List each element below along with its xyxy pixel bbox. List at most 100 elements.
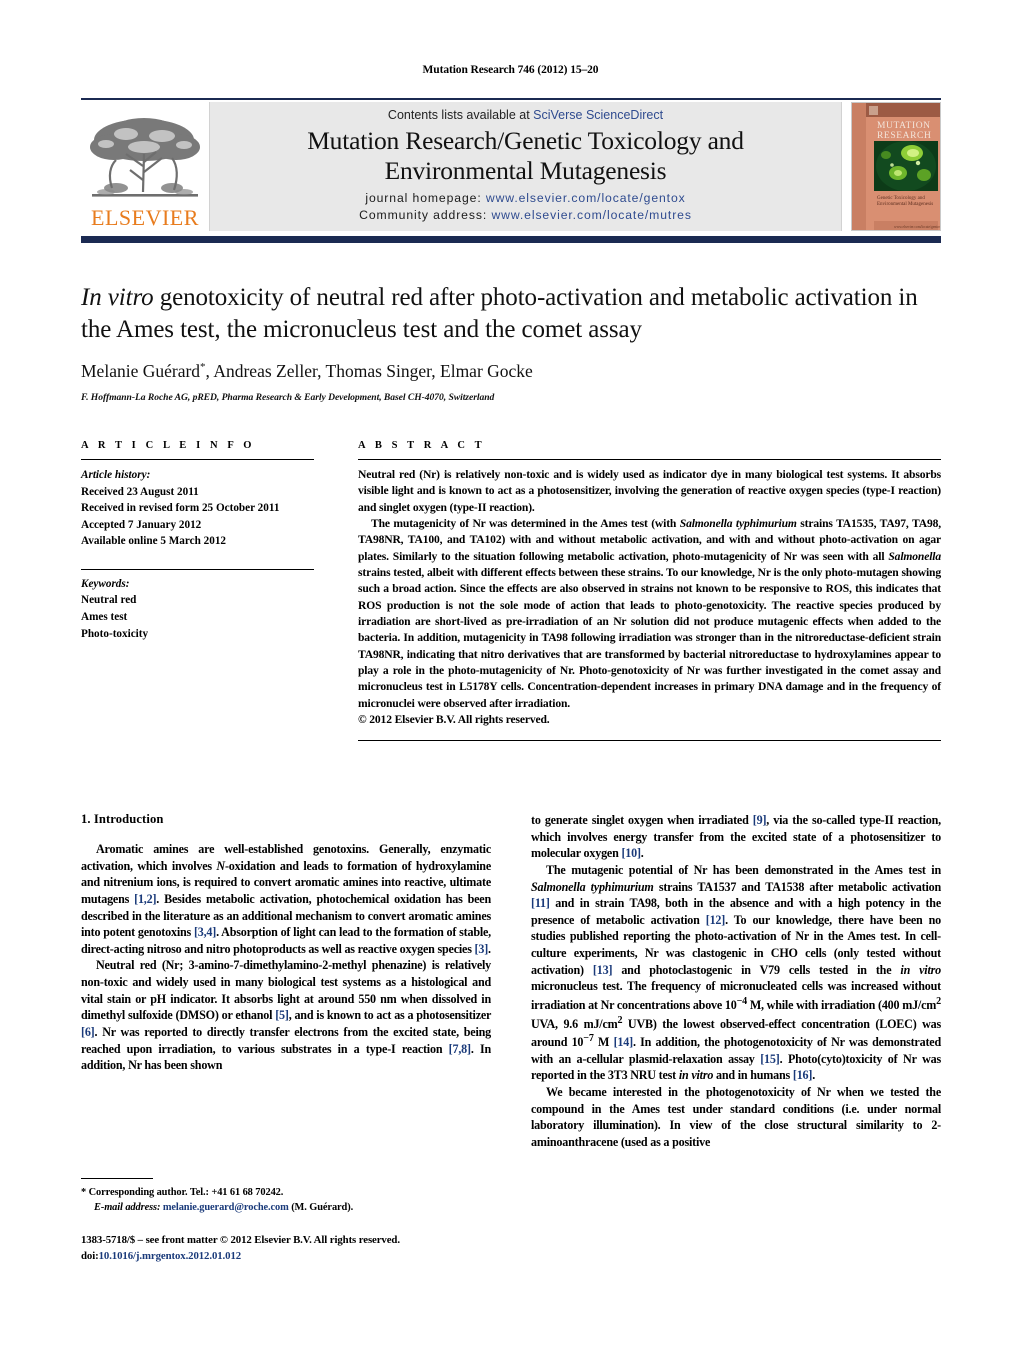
journal-homepage-line: journal homepage: www.elsevier.com/locat…: [365, 190, 685, 206]
right-p2-seg-m: and in humans: [713, 1068, 793, 1083]
right-p2-seg-h: UVA, 9.6 mJ/cm: [531, 1016, 618, 1031]
citation-ref[interactable]: [6]: [81, 1025, 95, 1039]
footnote-corresponding-line: * Corresponding author. Tel.: +41 61 68 …: [81, 1185, 491, 1200]
citation-ref[interactable]: [9]: [753, 813, 767, 827]
abstract-label: A B S T R A C T: [358, 440, 486, 451]
abstract-paragraph-1: Neutral red (Nr) is relatively non-toxic…: [358, 468, 941, 514]
footnote-corresponding-text: Corresponding author. Tel.: +41 61 68 70…: [86, 1187, 284, 1198]
author-list: Melanie Guérard*, Andreas Zeller, Thomas…: [81, 361, 941, 382]
abstract-p2-italic-2: Salmonella: [888, 549, 941, 563]
article-info-column: A R T I C L E I N F O Article history: R…: [81, 440, 330, 741]
intro-p2-seg-b: , and is known to act as a photosensitiz…: [288, 1008, 491, 1023]
citation-ref[interactable]: [7,8]: [449, 1042, 471, 1056]
article-first-page: Mutation Research 746 (2012) 15–20 ELSEV…: [0, 0, 1021, 1351]
citation-ref[interactable]: [13]: [593, 963, 613, 977]
colophon-doi-line: doi:10.1016/j.mrgentox.2012.01.012: [81, 1248, 541, 1264]
article-info-divider: [81, 459, 314, 460]
journal-cover-thumbnail: MUTATION RESEARCH Genetic Toxicology and…: [851, 102, 941, 231]
article-history-heading: Article history:: [81, 469, 151, 481]
abstract-column: A B S T R A C T Neutral red (Nr) is rela…: [330, 440, 941, 741]
footnote-email-line: E-mail address: melanie.guerard@roche.co…: [81, 1200, 491, 1215]
right-p2-seg-b: strains TA1537 and TA1538 after metaboli…: [653, 879, 941, 894]
section-heading-introduction: 1. Introduction: [81, 812, 164, 826]
elsevier-logo: ELSEVIER: [81, 102, 209, 231]
superscript-exponent: −4: [736, 995, 748, 1007]
email-link[interactable]: melanie.guerard@roche.com: [163, 1202, 289, 1213]
body-column-right: to generate singlet oxygen when irradiat…: [531, 812, 941, 1252]
right-p2-seg-j: M: [593, 1035, 614, 1050]
citation-ref[interactable]: [15]: [760, 1052, 780, 1066]
title-italic-prefix: In vitro: [81, 284, 154, 311]
abstract-p2-seg-a: The mutagenicity of Nr was determined in…: [371, 517, 680, 531]
email-suffix: (M. Guérard).: [288, 1202, 354, 1214]
abstract-body: Neutral red (Nr) is relatively non-toxic…: [358, 467, 941, 729]
journal-title: Mutation Research/Genetic Toxicology and…: [307, 126, 744, 185]
colophon-front-matter: 1383-5718/$ – see front matter © 2012 El…: [81, 1234, 400, 1246]
abstract-p2-italic-1: Salmonella typhimurium: [679, 517, 797, 531]
keyword-item: Neutral red: [81, 594, 137, 607]
citation-ref[interactable]: [1,2]: [134, 892, 156, 906]
svg-text:RESEARCH: RESEARCH: [877, 131, 931, 141]
author-first: Melanie Guérard: [81, 361, 201, 381]
right-p2-seg-g: M, while with irradiation (400 mJ/cm: [746, 997, 937, 1012]
right-p2-seg-a: The mutagenic potential of Nr has been d…: [546, 862, 941, 877]
citation-ref[interactable]: [3]: [475, 942, 489, 956]
abstract-copyright: © 2012 Elsevier B.V. All rights reserved…: [358, 713, 550, 727]
sciencedirect-link[interactable]: SciVerse ScienceDirect: [533, 108, 663, 122]
info-abstract-region: A R T I C L E I N F O Article history: R…: [81, 440, 941, 741]
citation-ref[interactable]: [5]: [275, 1008, 289, 1022]
journal-cover-art: MUTATION RESEARCH Genetic Toxicology and…: [852, 103, 940, 230]
intro-paragraph-2: Neutral red (Nr; 3-amino-7-dimethylamino…: [81, 957, 491, 1073]
superscript-exponent: 2: [936, 995, 941, 1007]
svg-text:MUTATION: MUTATION: [877, 121, 931, 131]
citation-ref[interactable]: [14]: [614, 1035, 634, 1049]
journal-band: Contents lists available at SciVerse Sci…: [209, 102, 842, 231]
citation-ref[interactable]: [3,4]: [194, 925, 216, 939]
intro-p2-seg-c: . Nr was reported to directly transfer e…: [81, 1024, 491, 1056]
community-address-line: Community address: www.elsevier.com/loca…: [359, 207, 692, 223]
keyword-item: Photo-toxicity: [81, 627, 149, 640]
community-address-url[interactable]: www.elsevier.com/locate/mutres: [491, 208, 691, 222]
journal-homepage-url[interactable]: www.elsevier.com/locate/gentox: [486, 191, 686, 205]
journal-masthead: ELSEVIER Contents lists available at Sci…: [81, 98, 941, 231]
article-history-item: Received in revised form 25 October 2011: [81, 502, 280, 515]
journal-title-line-1: Mutation Research/Genetic Toxicology and: [307, 125, 744, 155]
title-line-1-rest: genotoxicity of neutral red after photo-…: [153, 284, 789, 311]
right-p1-seg-a: to generate singlet oxygen when irradiat…: [531, 813, 753, 827]
citation-ref[interactable]: [12]: [706, 913, 726, 927]
right-paragraph-1: to generate singlet oxygen when irradiat…: [531, 812, 941, 862]
citation-ref[interactable]: [10]: [621, 846, 641, 860]
svg-text:Genetic Toxicology and: Genetic Toxicology and: [877, 196, 925, 201]
svg-text:www.elsevier.com/locate/gentox: www.elsevier.com/locate/gentox: [894, 225, 940, 229]
author-rest: , Andreas Zeller, Thomas Singer, Elmar G…: [205, 361, 533, 381]
doi-link[interactable]: 10.1016/j.mrgentox.2012.01.012: [99, 1250, 242, 1262]
keywords-divider: [81, 568, 314, 570]
right-paragraph-2: The mutagenic potential of Nr has been d…: [531, 862, 941, 1084]
citation-ref[interactable]: [16]: [793, 1068, 813, 1082]
masthead-bottom-rule: [81, 236, 941, 243]
article-info-label: A R T I C L E I N F O: [81, 440, 256, 451]
abstract-paragraph-2: The mutagenicity of Nr was determined in…: [358, 516, 941, 712]
page-title: In vitro genotoxicity of neutral red aft…: [81, 282, 941, 345]
elsevier-tree-icon: [90, 118, 200, 197]
journal-homepage-label: journal homepage:: [365, 191, 482, 206]
email-address-label: E-mail address:: [94, 1202, 161, 1214]
article-history-item: Available online 5 March 2012: [81, 535, 227, 548]
right-p2-italic-3: in vitro: [678, 1068, 714, 1083]
citation-ref[interactable]: [11]: [531, 896, 550, 910]
abstract-bottom-rule: [358, 739, 941, 741]
abstract-divider: [358, 459, 941, 460]
title-block: In vitro genotoxicity of neutral red aft…: [81, 282, 941, 403]
elsevier-wordmark: ELSEVIER: [91, 205, 199, 230]
community-address-label: Community address:: [359, 207, 488, 222]
abstract-p2-seg-c: strains tested, albeit with different ef…: [358, 566, 941, 710]
keyword-item: Ames test: [81, 611, 128, 624]
right-p1-seg-c: .: [640, 846, 644, 861]
right-p2-seg-e: and photoclastogenic in V79 cells tested…: [612, 962, 901, 977]
doi-label: doi:: [81, 1250, 99, 1263]
affiliation: F. Hoffmann-La Roche AG, pRED, Pharma Re…: [81, 392, 495, 403]
keywords-block: Keywords: Neutral red Ames test Photo-to…: [81, 568, 314, 642]
right-p2-italic-1: Salmonella typhimurium: [531, 879, 654, 894]
intro-paragraph-1: Aromatic amines are well-established gen…: [81, 841, 491, 957]
right-p2-italic-2: in vitro: [900, 962, 941, 977]
